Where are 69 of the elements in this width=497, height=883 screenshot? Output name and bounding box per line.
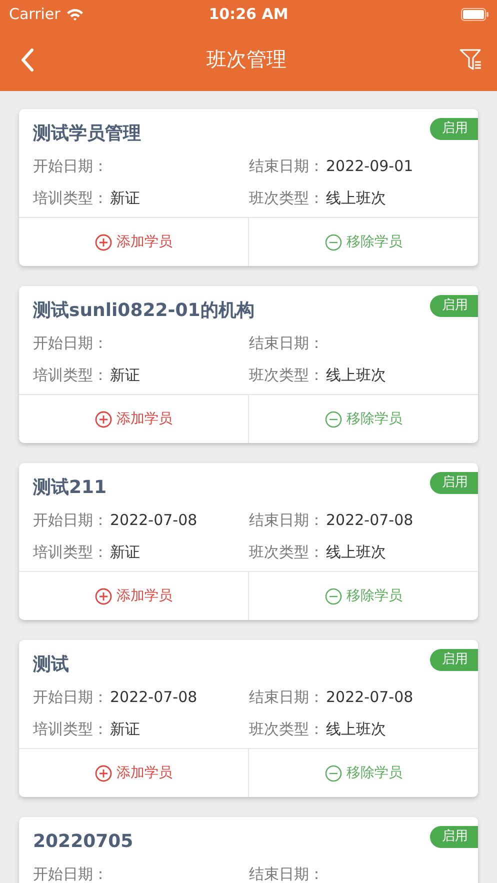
- field-label: 结束日期：: [249, 864, 325, 883]
- carrier-label: Carrier: [9, 5, 60, 23]
- action-button[interactable]: 移除学员: [248, 572, 478, 620]
- field-label: 班次类型：: [249, 719, 325, 740]
- minus-circle-icon: [324, 764, 342, 782]
- class-card[interactable]: 测试211 启用 开始日期：2022-07-08 结束日期：2022-07-08 培训类型：新证 班次类型：线上班次 添加学员 移除学员: [19, 463, 478, 620]
- action-button[interactable]: 移除学员: [248, 395, 478, 443]
- field-label: 培训类型：: [33, 188, 109, 209]
- minus-circle-icon: [324, 588, 342, 604]
- field-label: 开始日期：: [33, 156, 109, 177]
- field-value: 2022-09-01: [326, 156, 414, 177]
- class-title: 20220705: [33, 830, 134, 854]
- field-value: 新证: [110, 188, 140, 209]
- action-button[interactable]: 添加学员: [19, 572, 248, 620]
- action-button[interactable]: 添加学员: [19, 395, 248, 443]
- filter-icon[interactable]: [459, 48, 483, 72]
- field-value: 新证: [110, 365, 140, 386]
- field-label: 培训类型：: [33, 542, 109, 563]
- status-badge: 启用: [430, 649, 478, 671]
- page-title: 班次管理: [206, 46, 286, 73]
- field-value: 2022-07-08: [110, 687, 198, 708]
- field-label: 培训类型：: [33, 719, 109, 740]
- class-card[interactable]: 测试 启用 开始日期：2022-07-08 结束日期：2022-07-08 培训类型：新证 班次类型：线上班次 添加学员 移除学员: [19, 640, 478, 797]
- class-card[interactable]: 20220705 启用 开始日期： 结束日期：: [19, 817, 478, 883]
- action-button[interactable]: 添加学员: [19, 218, 248, 266]
- field-label: 结束日期：: [249, 333, 325, 354]
- class-card[interactable]: 测试学员管理 启用 开始日期： 结束日期：2022-09-01 培训类型：新证 班次类型：线上班次 添加学员 移除学员: [19, 109, 478, 266]
- minus-circle-icon: [324, 234, 342, 250]
- minus-circle-icon: [324, 410, 342, 428]
- field-label: 开始日期：: [33, 687, 109, 708]
- field-label: 培训类型：: [33, 365, 109, 386]
- field-value: 线上班次: [326, 542, 386, 563]
- action-button[interactable]: 添加学员: [19, 749, 248, 797]
- class-card[interactable]: 测试sunli0822-01的机构 启用 开始日期： 结束日期： 培训类型：新证 班次类型：线上班次 添加学员 移除学员: [19, 286, 478, 443]
- field-label: 开始日期：: [33, 333, 109, 354]
- plus-circle-icon: [94, 410, 112, 428]
- wifi-icon: [66, 8, 84, 20]
- back-icon[interactable]: [20, 48, 34, 72]
- class-title: 测试sunli0822-01的机构: [33, 299, 254, 323]
- action-button[interactable]: 移除学员: [248, 749, 478, 797]
- plus-circle-icon: [94, 588, 112, 604]
- field-label: 班次类型：: [249, 365, 325, 386]
- class-title: 测试211: [33, 476, 107, 500]
- field-label: 结束日期：: [249, 510, 325, 531]
- plus-circle-icon: [94, 764, 112, 782]
- class-title: 测试学员管理: [33, 122, 141, 146]
- class-title: 测试: [33, 653, 69, 677]
- status-badge: 启用: [430, 826, 478, 848]
- field-value: 线上班次: [326, 719, 386, 740]
- plus-circle-icon: [94, 234, 112, 250]
- action-button[interactable]: 移除学员: [248, 218, 478, 266]
- field-label: 开始日期：: [33, 864, 109, 883]
- field-value: 新证: [110, 719, 140, 740]
- field-value: 2022-07-08: [110, 510, 198, 531]
- field-label: 结束日期：: [249, 156, 325, 177]
- field-label: 结束日期：: [249, 687, 325, 708]
- battery-icon: [461, 8, 489, 20]
- field-value: 2022-07-08: [326, 510, 414, 531]
- status-badge: 启用: [430, 295, 478, 317]
- field-label: 班次类型：: [249, 188, 325, 209]
- field-label: 班次类型：: [249, 542, 325, 563]
- field-value: 线上班次: [326, 365, 386, 386]
- status-badge: 启用: [430, 118, 478, 140]
- field-value: 新证: [110, 542, 140, 563]
- field-value: 线上班次: [326, 188, 386, 209]
- field-value: 2022-07-08: [326, 687, 414, 708]
- field-label: 开始日期：: [33, 510, 109, 531]
- status-badge: 启用: [430, 472, 478, 494]
- clock-time: 10:26 AM: [208, 5, 288, 23]
